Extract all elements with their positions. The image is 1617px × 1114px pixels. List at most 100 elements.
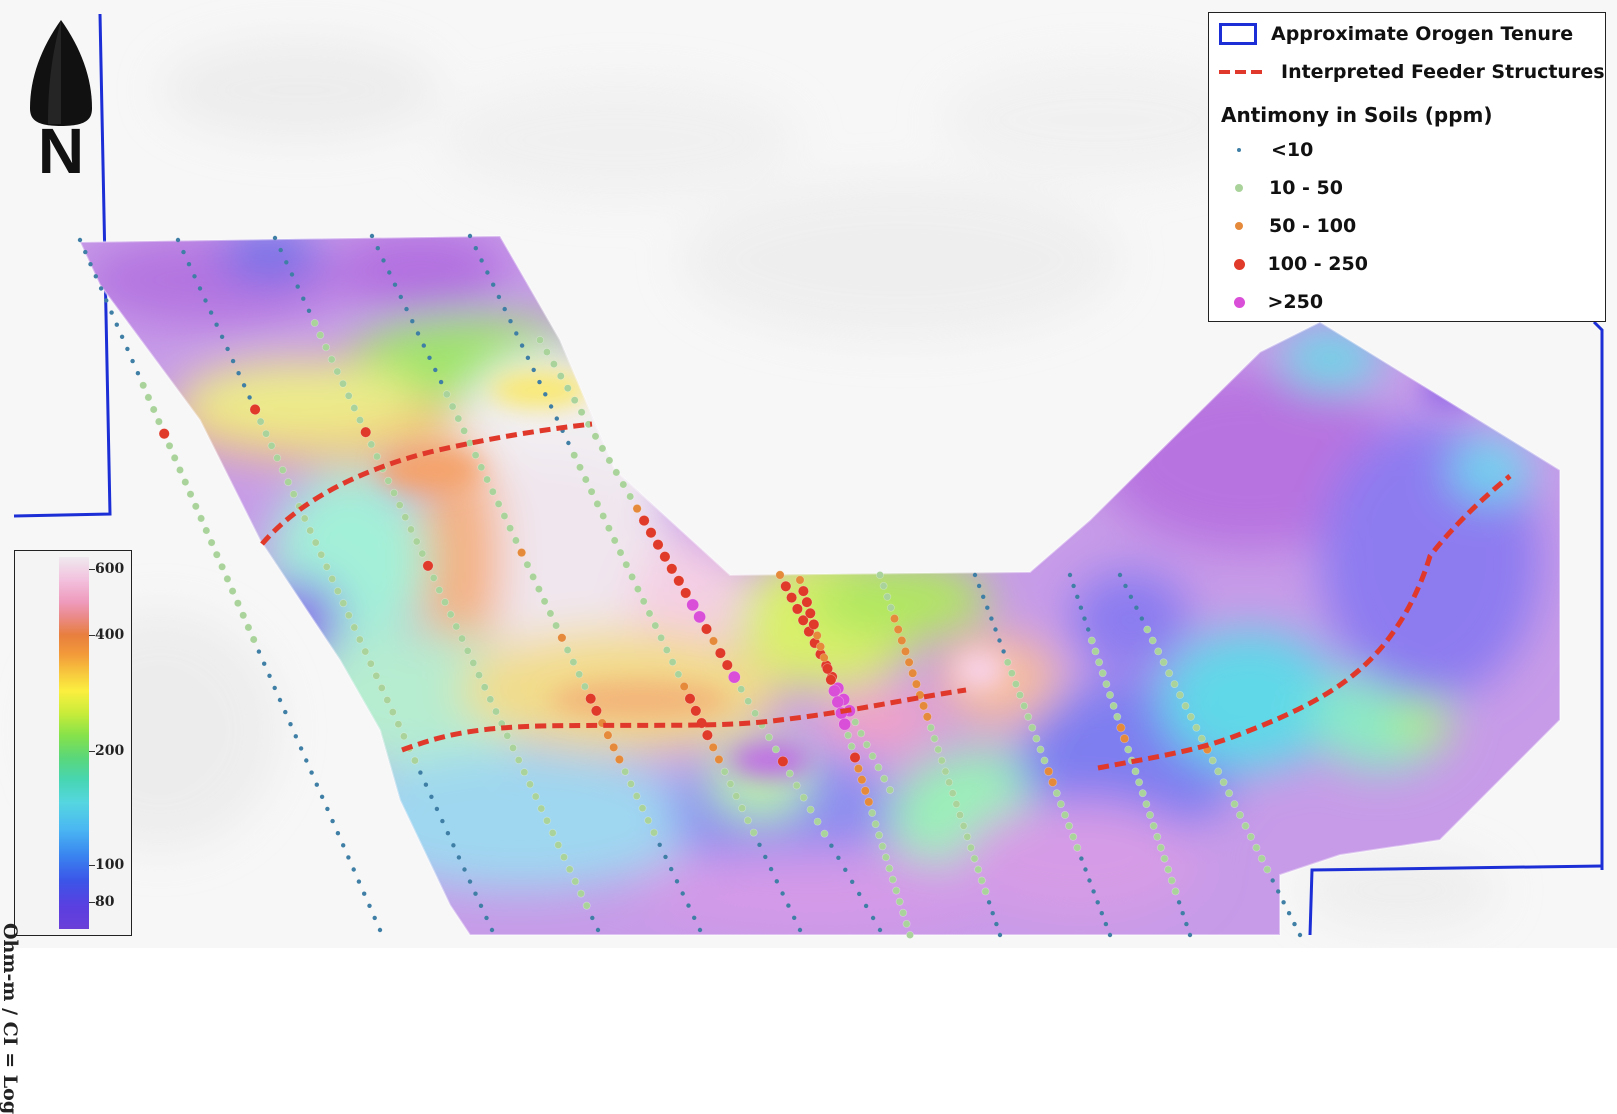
soil-sample-point (1276, 889, 1281, 894)
soil-sample-point (440, 818, 445, 824)
soil-sample-point (1154, 647, 1163, 656)
soil-sample-point (563, 646, 572, 654)
soil-sample-point (899, 908, 907, 917)
soil-sample-point (1165, 669, 1173, 678)
soil-sample-point (288, 722, 293, 727)
soil-sample-point (475, 671, 483, 679)
legend-class-label: 50 - 100 (1269, 215, 1357, 237)
soil-sample-point (1128, 594, 1134, 599)
soil-sample-point (708, 636, 718, 646)
soil-sample-point (757, 842, 762, 847)
soil-sample-point (130, 358, 135, 364)
soil-sample-point (937, 756, 946, 765)
soil-sample-point (278, 466, 287, 474)
soil-sample-point (1052, 789, 1061, 798)
soil-sample-point (434, 806, 440, 812)
soil-sample-point (384, 476, 393, 485)
soil-sample-point (895, 897, 904, 906)
soil-sample-point (362, 891, 367, 896)
soil-sample-point (181, 249, 186, 255)
soil-sample-point (517, 548, 527, 558)
soil-sample-point (1091, 647, 1100, 656)
soil-sample-point (462, 867, 467, 872)
soil-sample-point (1091, 889, 1096, 894)
soil-sample-point (577, 889, 585, 898)
soil-sample-point (1135, 778, 1143, 787)
soil-sample-point (1270, 878, 1275, 883)
soil-sample-point (893, 624, 903, 634)
soil-sample-point (489, 927, 495, 933)
soil-sample-point (404, 306, 409, 312)
soil-sample-point (435, 586, 444, 594)
soil-sample-point (335, 831, 341, 836)
soil-sample-point (301, 296, 306, 301)
map-legend: Approximate Orogen Tenure Interpreted Fe… (1208, 12, 1606, 322)
soil-sample-point (186, 490, 195, 499)
soil-sample-point (1160, 854, 1169, 863)
soil-sample-point (433, 367, 438, 373)
soil-sample-point (967, 843, 975, 852)
soil-sample-point (398, 294, 403, 300)
soil-sample-point (825, 674, 837, 686)
soil-sample-point (904, 657, 914, 667)
soil-sample-point (1241, 822, 1250, 830)
soil-sample-point (483, 475, 491, 484)
soil-sample-point (1028, 723, 1037, 732)
soil-sample-point (590, 705, 602, 717)
soil-sample-point (284, 260, 289, 265)
soil-sample-point (1164, 865, 1173, 874)
soil-sample-point (575, 670, 584, 679)
soil-sample-point (272, 235, 278, 241)
soil-sample-point (531, 367, 536, 373)
soil-sample-point (330, 818, 335, 824)
soil-sample-point (612, 468, 621, 477)
soil-sample-point (295, 284, 300, 289)
soil-sample-point (548, 404, 554, 409)
legend-class-row: 100 - 250 (1227, 253, 1368, 275)
soil-sample-point (1197, 734, 1206, 743)
soil-sample-point (772, 745, 780, 754)
soil-sample-point (956, 811, 964, 819)
legend-tenure-label: Approximate Orogen Tenure (1271, 23, 1574, 45)
soil-sample-point (451, 843, 456, 848)
soil-sample-point (816, 642, 826, 652)
soil-sample-point (808, 618, 820, 630)
soil-sample-point (454, 414, 463, 423)
soil-sample-point (1187, 712, 1195, 721)
soil-sample-point (480, 683, 489, 692)
soil-sample-point (645, 609, 654, 618)
soil-sample-point (900, 646, 910, 656)
soil-sample-point (360, 426, 372, 438)
colorbar-tick-label: 80 (95, 894, 115, 910)
soil-sample-point (1146, 811, 1154, 819)
soil-sample-point (1208, 756, 1217, 765)
soil-sample-point (339, 599, 348, 608)
soil-sample-point (491, 282, 496, 287)
soil-sample-point (218, 562, 226, 571)
soil-sample-point (109, 310, 114, 315)
soil-sample-point (974, 865, 983, 874)
soil-sample-point (813, 817, 822, 826)
soil-sample-point (367, 903, 372, 908)
legend-feeder-row: Interpreted Feeder Structures (1219, 61, 1605, 83)
soil-sample-point (535, 585, 543, 593)
legend-class-label: 100 - 250 (1267, 253, 1368, 275)
soil-sample-point (644, 816, 653, 825)
soil-sample-point (1020, 702, 1028, 710)
soil-sample-point (657, 842, 662, 847)
soil-sample-point (1167, 876, 1176, 885)
soil-sample-point (812, 630, 822, 640)
soil-sample-point (645, 527, 657, 539)
soil-sample-point (889, 614, 899, 624)
soil-sample-point (666, 563, 678, 575)
soil-sample-point (477, 463, 486, 472)
soil-sample-point (857, 775, 867, 785)
soil-sample-point (1057, 800, 1065, 808)
soil-sample-point (639, 597, 648, 606)
soil-sample-point (523, 560, 532, 569)
soil-sample-point (659, 551, 671, 563)
soil-sample-point (149, 405, 158, 414)
soil-sample-point (1263, 865, 1272, 874)
soil-sample-point (421, 343, 426, 348)
soil-sample-point (868, 809, 877, 817)
